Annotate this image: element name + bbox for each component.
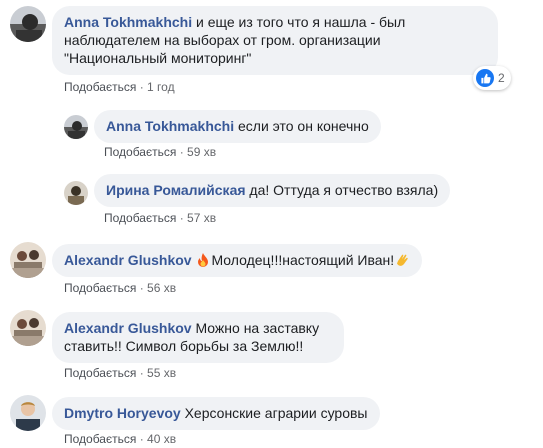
like-button[interactable]: Подобається — [104, 211, 176, 225]
comment-actions: Подобається · 57 хв — [104, 211, 216, 225]
reaction-summary[interactable]: 2 — [473, 66, 511, 90]
avatar-alexandr[interactable] — [10, 310, 46, 346]
comment-text: да! Оттуда я отчество взяла) — [249, 182, 439, 198]
separator: · — [139, 432, 144, 446]
comment-text: Херсонские аграрии суровы — [184, 405, 368, 421]
comment-author[interactable]: Ирина Ромалийская — [106, 182, 246, 198]
comment-bubble: Anna Tokhmakhchi и еще из того что я наш… — [52, 6, 498, 75]
comment-actions: Подобається · 1 год — [64, 80, 175, 94]
comment-actions: Подобається · 40 хв — [64, 432, 176, 446]
clap-icon — [394, 252, 410, 268]
like-button[interactable]: Подобається — [64, 366, 136, 380]
comment-author[interactable]: Alexandr Glushkov — [64, 252, 192, 268]
comment-time[interactable]: 59 хв — [187, 145, 216, 159]
comment-bubble: Anna Tokhmakhchi если это он конечно — [94, 110, 381, 143]
avatar-alexandr[interactable] — [10, 242, 46, 278]
comment-time[interactable]: 1 год — [147, 80, 175, 94]
comment-time[interactable]: 56 хв — [147, 281, 176, 295]
like-button[interactable]: Подобається — [64, 80, 136, 94]
comment-bubble: Alexandr Glushkov Молодец!!!настоящий Ив… — [52, 244, 423, 277]
like-button[interactable]: Подобається — [64, 432, 136, 446]
like-icon — [476, 69, 494, 87]
separator: · — [179, 145, 184, 159]
separator: · — [139, 80, 144, 94]
separator: · — [179, 211, 184, 225]
comment-time[interactable]: 55 хв — [147, 366, 176, 380]
avatar-dmytro[interactable] — [10, 395, 46, 431]
avatar-anna[interactable] — [10, 6, 46, 42]
comment-text: Молодец!!!настоящий Иван! — [211, 252, 395, 268]
like-button[interactable]: Подобається — [64, 281, 136, 295]
comment-author[interactable]: Alexandr Glushkov — [64, 320, 192, 336]
avatar-anna-reply[interactable] — [64, 115, 88, 139]
avatar-irina[interactable] — [64, 181, 88, 205]
reaction-count: 2 — [498, 71, 505, 85]
separator: · — [139, 281, 144, 295]
comment-bubble: Alexandr Glushkov Можно на заставку став… — [52, 312, 344, 363]
comment-text: если это он конечно — [237, 118, 369, 134]
comment-bubble: Ирина Ромалийская да! Оттуда я отчество … — [94, 174, 451, 207]
separator: · — [139, 366, 144, 380]
comment-time[interactable]: 40 хв — [147, 432, 176, 446]
like-button[interactable]: Подобається — [104, 145, 176, 159]
comment-actions: Подобається · 55 хв — [64, 366, 176, 380]
comment-author[interactable]: Anna Tokhmakhchi — [106, 118, 234, 134]
comment-author[interactable]: Anna Tokhmakhchi — [64, 14, 192, 30]
comment-author[interactable]: Dmytro Horyevoy — [64, 405, 181, 421]
comment-time[interactable]: 57 хв — [187, 211, 216, 225]
comment-actions: Подобається · 56 хв — [64, 281, 176, 295]
comment-bubble: Dmytro Horyevoy Херсонские аграрии суров… — [52, 397, 380, 430]
fire-icon — [195, 252, 211, 268]
comment-actions: Подобається · 59 хв — [104, 145, 216, 159]
